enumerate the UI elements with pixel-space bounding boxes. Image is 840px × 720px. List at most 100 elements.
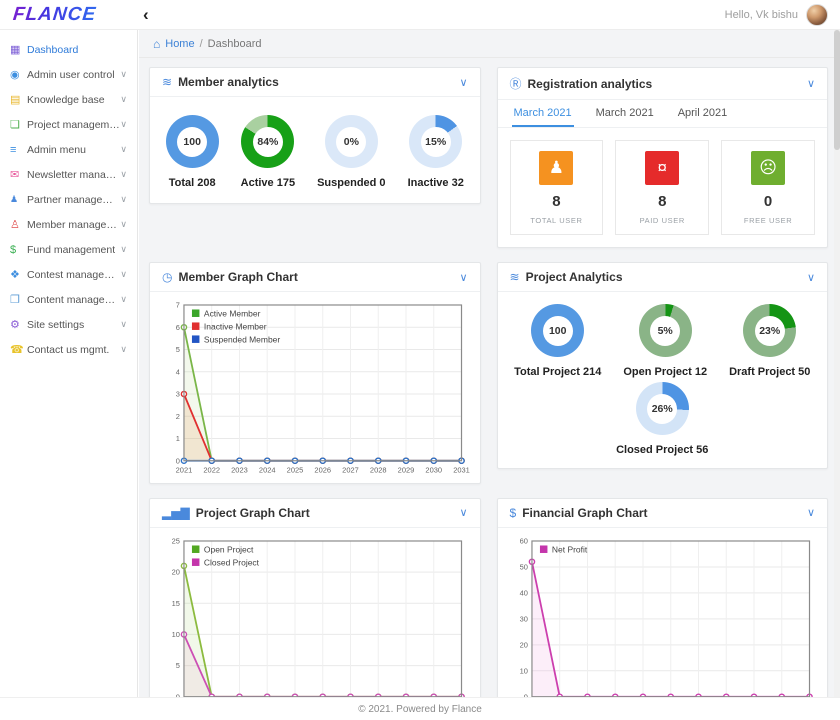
- vertical-scrollbar[interactable]: [834, 30, 840, 697]
- chart-body: 0123456720212022202320242025202620272028…: [150, 292, 480, 483]
- people-icon: ♟: [10, 194, 27, 205]
- svg-text:6: 6: [176, 323, 180, 332]
- sidebar-item-knowledge-base[interactable]: ▤Knowledge base∨: [0, 87, 137, 112]
- chevron-down-icon: ∨: [120, 194, 127, 205]
- donut-ring: 5%: [639, 304, 692, 357]
- donut-value: 0%: [336, 127, 366, 157]
- donut-ring: 0%: [325, 115, 378, 168]
- sidebar-item-label: Dashboard: [27, 44, 78, 56]
- sidebar-item-content-management[interactable]: ❐Content management∨: [0, 287, 137, 312]
- donut-label: Draft Project 50: [729, 366, 810, 378]
- chevron-down-icon[interactable]: ∨: [459, 271, 467, 284]
- svg-text:2: 2: [176, 412, 180, 421]
- svg-text:Closed Project: Closed Project: [204, 557, 260, 567]
- stat-free-user: ☹0FREE USER: [721, 140, 815, 235]
- dashboard-cards: ≋ Member analytics ∨ 100Total 20884%Acti…: [139, 58, 840, 720]
- donut-suspended-0: 0%Suspended 0: [317, 115, 385, 189]
- svg-text:40: 40: [519, 588, 527, 597]
- tab-april-2021-3[interactable]: April 2021: [676, 100, 730, 127]
- sidebar-item-admin-menu[interactable]: ≡Admin menu∨: [0, 137, 137, 162]
- sidebar-item-label: Newsletter management: [27, 169, 120, 181]
- wave-icon: ≋: [162, 75, 172, 89]
- svg-text:4: 4: [176, 367, 180, 376]
- chevron-down-icon[interactable]: ∨: [459, 506, 467, 519]
- user-greeting: Hello, Vk bishu: [725, 9, 798, 21]
- sidebar-item-label: Contest management: [27, 269, 120, 281]
- sidebar-item-label: Site settings: [27, 319, 84, 331]
- chevron-down-icon: ∨: [120, 244, 127, 255]
- footer-text: © 2021. Powered by Flance: [358, 704, 482, 715]
- sidebar-item-label: Knowledge base: [27, 94, 105, 106]
- sidebar-collapse-button[interactable]: ‹: [137, 6, 155, 23]
- project-line-chart: 0510152025202120222023202420252026202720…: [160, 535, 470, 715]
- chevron-down-icon: ∨: [120, 269, 127, 280]
- avatar[interactable]: [806, 4, 828, 26]
- svg-text:10: 10: [172, 630, 180, 639]
- card-title: Registration analytics: [528, 77, 653, 91]
- svg-text:1: 1: [176, 434, 180, 443]
- svg-text:15: 15: [172, 599, 180, 608]
- person-icon: ♙: [10, 218, 27, 231]
- chevron-down-icon: ∨: [120, 144, 127, 155]
- gear-icon: ⚙: [10, 318, 27, 331]
- sidebar-item-admin-user-control[interactable]: ◉Admin user control∨: [0, 62, 137, 87]
- project-graph-card: ▂▅▇ Project Graph Chart ∨ 05101520252021…: [149, 498, 481, 720]
- svg-text:2029: 2029: [398, 466, 415, 475]
- chevron-down-icon[interactable]: ∨: [459, 76, 467, 89]
- chevron-down-icon[interactable]: ∨: [807, 271, 815, 284]
- power-icon: ◉: [10, 68, 27, 81]
- member-analytics-card: ≋ Member analytics ∨ 100Total 20884%Acti…: [149, 67, 481, 204]
- sidebar-item-label: Fund management: [27, 244, 115, 256]
- svg-text:2026: 2026: [314, 466, 331, 475]
- registration-tabs: March 2021 March 2021 April 2021: [498, 100, 828, 128]
- grid-icon: ▦: [10, 43, 27, 56]
- donut-ring: 100: [166, 115, 219, 168]
- user-icon: ♟: [539, 151, 573, 185]
- sidebar-item-member-management[interactable]: ♙Member management∨: [0, 212, 137, 237]
- sidebar-item-contact-us-mgmt[interactable]: ☎Contact us mgmt.∨: [0, 337, 137, 362]
- chevron-left-icon: ‹: [143, 5, 149, 24]
- dollar-icon: $: [10, 244, 27, 256]
- chevron-down-icon: ∨: [120, 344, 127, 355]
- svg-text:Active Member: Active Member: [204, 308, 261, 318]
- svg-text:30: 30: [519, 614, 527, 623]
- sidebar-item-partner-management[interactable]: ♟Partner management∨: [0, 187, 137, 212]
- breadcrumb: ⌂ Home / Dashboard: [139, 30, 840, 58]
- svg-text:2025: 2025: [287, 466, 304, 475]
- sidebar-item-dashboard[interactable]: ▦Dashboard: [0, 37, 137, 62]
- svg-text:2022: 2022: [203, 466, 220, 475]
- stat-label: TOTAL USER: [515, 216, 599, 225]
- wave-icon: ≋: [510, 270, 520, 284]
- file-icon: ❏: [10, 118, 27, 131]
- tab-march-2021-2[interactable]: March 2021: [594, 100, 656, 127]
- sidebar-item-contest-management[interactable]: ❖Contest management∨: [0, 262, 137, 287]
- chevron-down-icon: ∨: [120, 119, 127, 130]
- breadcrumb-home-link[interactable]: Home: [165, 38, 194, 50]
- sidebar-item-label: Admin user control: [27, 69, 115, 81]
- svg-text:Inactive Member: Inactive Member: [204, 321, 267, 331]
- chevron-down-icon[interactable]: ∨: [807, 77, 815, 90]
- svg-text:25: 25: [172, 536, 180, 545]
- header-right: Hello, Vk bishu: [725, 4, 840, 26]
- sidebar-item-label: Member management: [27, 219, 120, 231]
- svg-text:50: 50: [519, 562, 527, 571]
- card-header: ≋ Member analytics ∨: [150, 68, 480, 97]
- donut-value: 15%: [421, 127, 451, 157]
- menu-icon: ≡: [10, 144, 27, 156]
- card-header: ≋ Project Analytics ∨: [498, 263, 828, 292]
- card-header: Ⓡ Registration analytics ∨: [498, 68, 828, 100]
- stat-total-user: ♟8TOTAL USER: [510, 140, 604, 235]
- donut-ring: 15%: [409, 115, 462, 168]
- card-title: Financial Graph Chart: [522, 506, 647, 520]
- brand-area: FLANCE: [0, 4, 137, 26]
- sidebar-item-project-management[interactable]: ❏Project management∨: [0, 112, 137, 137]
- project-donut-row-2: 26%Closed Project 56: [498, 380, 828, 468]
- sidebar-item-newsletter-management[interactable]: ✉Newsletter management∨: [0, 162, 137, 187]
- sidebar-item-fund-management[interactable]: $Fund management ∨: [0, 237, 137, 262]
- brand-logo[interactable]: FLANCE: [12, 4, 97, 26]
- chevron-down-icon[interactable]: ∨: [807, 506, 815, 519]
- stat-label: PAID USER: [620, 216, 704, 225]
- scrollbar-thumb[interactable]: [834, 30, 840, 150]
- tab-march-2021-1[interactable]: March 2021: [512, 100, 574, 127]
- sidebar-item-site-settings[interactable]: ⚙Site settings∨: [0, 312, 137, 337]
